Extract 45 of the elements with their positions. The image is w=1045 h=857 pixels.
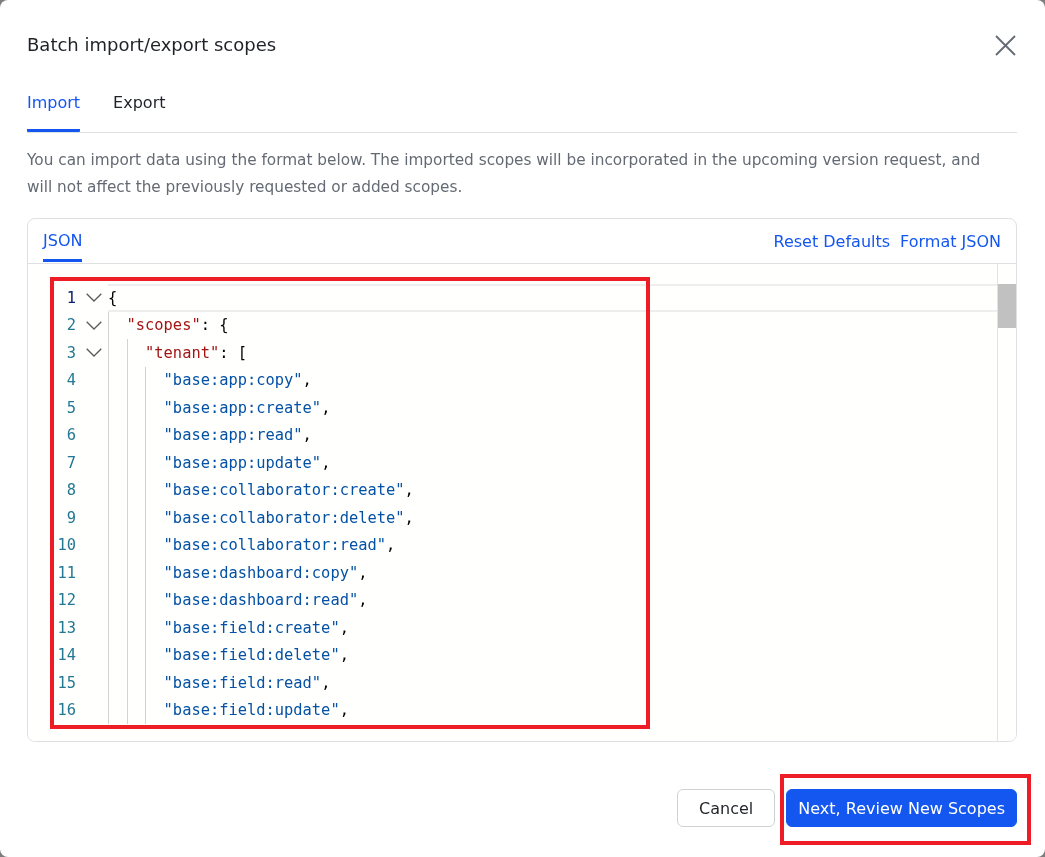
line-number: 6	[65, 425, 76, 446]
code-line: "base:dashboard:read",	[163, 590, 368, 611]
code-line: "base:collaborator:create",	[163, 480, 414, 501]
action-link[interactable]: Format JSON	[900, 231, 1001, 251]
code-line: "base:field:delete",	[163, 645, 349, 666]
line-number: 4	[65, 370, 76, 391]
code-line: "base:dashboard:copy",	[163, 562, 368, 583]
scrollbar-thumb[interactable]	[998, 284, 1016, 328]
line-number: 5	[65, 397, 76, 418]
code-line: {	[108, 287, 118, 308]
line-number: 10	[56, 535, 76, 556]
chevron-down-icon[interactable]	[86, 348, 102, 358]
action-link[interactable]: Reset Defaults	[773, 231, 891, 251]
line-number: 9	[65, 507, 76, 528]
line-number: 15	[56, 672, 76, 693]
dialog-title: Batch import/export scopes	[27, 33, 277, 57]
code-line: "base:app:update",	[163, 452, 331, 473]
code-line: "base:collaborator:read",	[163, 535, 396, 556]
tab[interactable]: Import	[27, 90, 81, 132]
code-line: "base:app:create",	[163, 397, 331, 418]
code-line: "base:app:copy",	[163, 370, 312, 391]
line-number: 8	[65, 480, 76, 501]
code-line: "base:field:create",	[163, 617, 349, 638]
code-line: "base:field:read",	[163, 672, 331, 693]
code-line: "base:field:update",	[163, 700, 349, 721]
cancel-button[interactable]: Cancel	[677, 789, 776, 827]
line-number: 3	[65, 342, 76, 363]
line-number: 7	[65, 452, 76, 473]
tab[interactable]: Export	[113, 90, 166, 132]
line-number: 1	[65, 287, 76, 308]
next-button[interactable]: Next, Review New Scopes	[786, 789, 1017, 827]
chevron-down-icon[interactable]	[86, 320, 102, 330]
close-icon[interactable]	[995, 34, 1016, 56]
line-number: 2	[65, 315, 76, 336]
code-line: "scopes": {	[126, 315, 229, 336]
line-number: 12	[56, 590, 76, 611]
line-number: 16	[56, 700, 76, 721]
code-line: "base:app:read",	[163, 425, 312, 446]
chevron-down-icon[interactable]	[86, 293, 102, 303]
code-line: "tenant": [	[145, 342, 247, 363]
code-line: "base:collaborator:delete",	[163, 507, 414, 528]
line-number: 14	[56, 645, 76, 666]
line-number: 11	[56, 562, 76, 583]
line-number: 13	[56, 617, 76, 638]
description-text: You can import data using the format below. The imported scopes will be incorporated in the upcoming version request, and will not affect the previously requested or added scopes.	[27, 150, 982, 198]
